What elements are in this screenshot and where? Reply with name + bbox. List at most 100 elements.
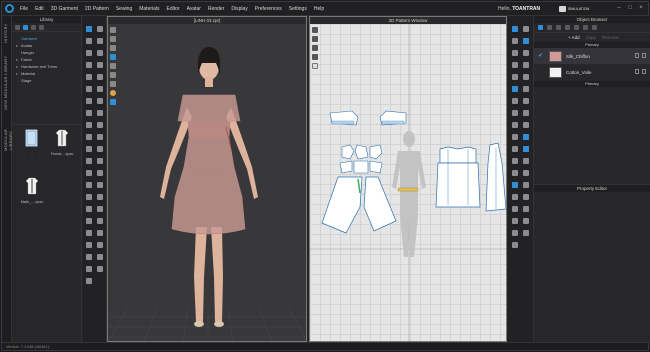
- add-button[interactable]: + Add: [568, 35, 580, 40]
- apply-fabric-icon[interactable]: [642, 53, 646, 58]
- pattern-pieces-right: [435, 142, 506, 212]
- copy-fabric-icon[interactable]: [635, 69, 639, 74]
- pattern-tools-column: [508, 16, 534, 342]
- viewport-3d[interactable]: [LINH 03.zpr]: [107, 16, 307, 342]
- maximize-icon[interactable]: □: [627, 5, 633, 11]
- topstitch-tab-icon[interactable]: [574, 25, 579, 30]
- window-controls: – □ ×: [616, 5, 644, 11]
- move-tool-icon: [97, 26, 103, 32]
- menu-3d-garment[interactable]: 3D Garment: [51, 6, 78, 12]
- tree-item-material[interactable]: ▸ Material: [16, 70, 81, 77]
- button-tab-icon[interactable]: [556, 25, 561, 30]
- status-bar: Version: 7.1.246 (r40461): [2, 342, 648, 350]
- tab-modular-library[interactable]: MODULAR LIBRARY: [3, 120, 13, 160]
- viewport-2d-pattern[interactable]: 2D Pattern Window: [309, 16, 507, 342]
- fabric-row-actions: [635, 69, 646, 74]
- menu-render[interactable]: Render: [208, 6, 224, 12]
- buttonhole-tab-icon[interactable]: [565, 25, 570, 30]
- pattern-piece-skirt-right: [363, 176, 397, 232]
- menu-bar: File Edit 3D Garment 2D Pattern Sewing M…: [2, 2, 648, 16]
- library-thumb-male[interactable]: Male_....zpac: [20, 176, 44, 204]
- tab-new-modular-library[interactable]: NEW MODULAR LIBRARY: [3, 52, 11, 114]
- garment-tools-column: [83, 16, 107, 342]
- 2d-zoom-icon[interactable]: [312, 36, 318, 42]
- add-label: Add: [571, 35, 580, 40]
- pattern-canvas: [310, 24, 506, 341]
- pattern-pieces-bodice: [339, 144, 383, 174]
- tree-item-fabric[interactable]: ▸ Fabric: [16, 56, 81, 63]
- tree-label: Material: [21, 71, 36, 76]
- fabric-row-silk-chiffon[interactable]: ✔ Silk_Chiffon: [534, 48, 650, 64]
- 2d-texture-icon[interactable]: [312, 63, 318, 69]
- fabric-row-actions: [635, 53, 646, 58]
- property-editor-panel: Property Editor: [534, 184, 650, 342]
- library-tree: Garment ▸ Avatar Hanger ▸ Fabric ▸ Hardware…: [12, 32, 81, 84]
- pattern-tool-icons-grid: [512, 26, 529, 248]
- menu-avatar[interactable]: Avatar: [187, 6, 201, 12]
- 2d-grid-icon[interactable]: [312, 45, 318, 51]
- tab-history[interactable]: HISTORY: [3, 20, 11, 46]
- scene-tab-icon[interactable]: [538, 25, 543, 30]
- tree-item-garment[interactable]: Garment: [16, 35, 81, 42]
- avatar-scene: [108, 47, 306, 341]
- library-thumb-female[interactable]: Femal....zpac: [50, 128, 74, 156]
- object-browser-actions: + Add Copy Remove: [534, 33, 650, 42]
- fabric-tab-icon[interactable]: [547, 25, 552, 30]
- menu-materials[interactable]: Materials: [139, 6, 159, 12]
- simulation-toggle[interactable]: SIMULATION: [559, 5, 589, 13]
- graphic-tab-icon[interactable]: [583, 25, 588, 30]
- property-editor-title: Property Editor: [534, 185, 650, 192]
- fabric-name: Silk_Chiffon: [566, 53, 590, 59]
- fabric-swatch: [549, 66, 562, 78]
- tree-item-hanger[interactable]: Hanger: [16, 49, 81, 56]
- username-text[interactable]: TOANTRAN: [512, 6, 540, 12]
- copy-fabric-icon[interactable]: [635, 53, 639, 58]
- copy-button[interactable]: Copy: [586, 35, 597, 40]
- tree-label: Avatar: [21, 43, 33, 48]
- tree-item-avatar[interactable]: ▸ Avatar: [16, 42, 81, 49]
- viewport-2d-toolbar: [312, 27, 320, 72]
- 2d-avatar-outline-icon[interactable]: [312, 54, 318, 60]
- left-vertical-tabs: HISTORY NEW MODULAR LIBRARY MODULAR LIBR…: [2, 16, 13, 342]
- home-icon[interactable]: [15, 24, 20, 30]
- library-thumb-parent-folder[interactable]: ..: [20, 128, 44, 156]
- tree-label: Fabric: [21, 57, 33, 62]
- remove-button[interactable]: Remove: [602, 35, 619, 40]
- apply-fabric-icon[interactable]: [642, 69, 646, 74]
- menu-settings[interactable]: Settings: [289, 6, 307, 12]
- tree-label: Hanger: [21, 50, 35, 55]
- library-toolbar: [12, 23, 81, 32]
- tree-item-hardware-and-trims[interactable]: ▸ Hardware and Trims: [16, 63, 81, 70]
- tool-icons-grid: [86, 26, 103, 284]
- close-icon[interactable]: ×: [638, 5, 644, 11]
- list-view-icon[interactable]: [31, 24, 36, 30]
- fabric-swatch: [549, 50, 562, 62]
- pattern-piece-strap-left: [329, 110, 359, 126]
- menu-2d-pattern[interactable]: 2D Pattern: [85, 6, 109, 12]
- library-divider: [12, 124, 82, 125]
- add-folder-icon[interactable]: [39, 24, 44, 30]
- object-browser-panel: Object Browser + Add Copy Remove Primary…: [534, 16, 650, 184]
- trim-tab-icon[interactable]: [592, 25, 597, 30]
- fabric-row-cotton-voile[interactable]: Cotton_Voile: [534, 64, 650, 80]
- thumb-caption: Femal....zpac: [50, 152, 74, 156]
- menu-sewing[interactable]: Sewing: [116, 6, 132, 12]
- menu-file[interactable]: File: [20, 6, 28, 12]
- minimize-icon[interactable]: –: [616, 5, 622, 11]
- menu-display[interactable]: Display: [231, 6, 247, 12]
- folder-icon: [25, 129, 38, 147]
- simulation-label: SIMULATION: [568, 7, 590, 11]
- menu-help[interactable]: Help: [314, 6, 324, 12]
- tree-item-stage[interactable]: Stage: [16, 77, 81, 84]
- menu-edit[interactable]: Edit: [35, 6, 44, 12]
- dress-garment: [171, 94, 246, 235]
- version-text: Version: 7.1.246 (r40461): [6, 345, 49, 349]
- thumb-caption: ..: [30, 152, 34, 156]
- tree-label: Garment: [21, 36, 37, 41]
- 2d-display-icon[interactable]: [312, 27, 318, 33]
- menu-editor[interactable]: Editor: [167, 6, 180, 12]
- greeting-text: Hello,: [498, 6, 511, 12]
- object-browser-title: Object Browser: [534, 16, 650, 23]
- grid-view-icon[interactable]: [23, 24, 28, 30]
- menu-preferences[interactable]: Preferences: [255, 6, 282, 12]
